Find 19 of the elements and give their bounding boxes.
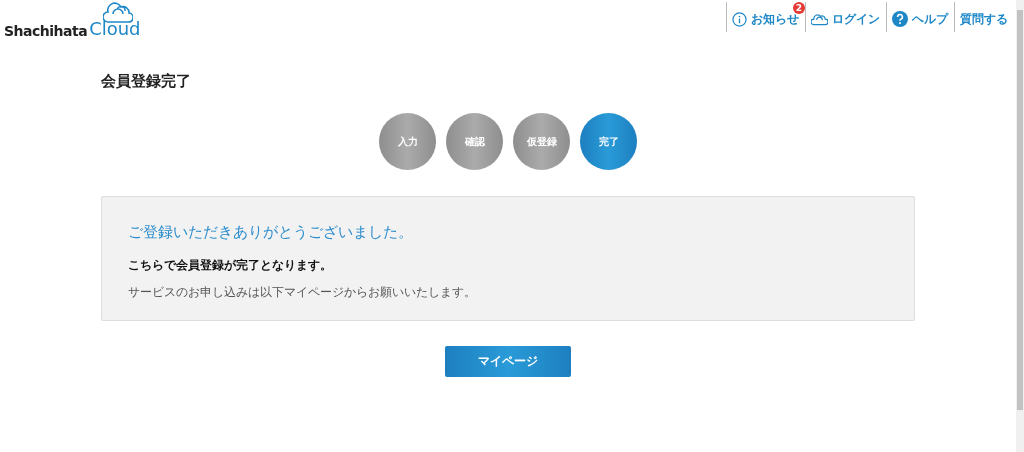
cloud-icon: [811, 12, 828, 26]
nav-link[interactable]: ログイン: [805, 2, 886, 32]
thank-you-heading: ご登録いただきありがとうございました。: [128, 223, 414, 242]
nav-link[interactable]: ヘルプ: [886, 2, 954, 32]
step-circle: 確認: [446, 113, 503, 170]
mypage-button[interactable]: マイページ: [445, 346, 571, 377]
note-text: サービスのお申し込みは以下マイページからお願いいたします。: [128, 284, 477, 301]
step-circle: 仮登録: [513, 113, 570, 170]
completion-text: こちらで会員登録が完了となります。: [128, 258, 333, 273]
logo-text: Cloud: [89, 20, 141, 38]
notification-badge: 2: [793, 2, 805, 14]
step-circle: 完了: [580, 113, 637, 170]
step-circle: 入力: [379, 113, 436, 170]
help-icon: [892, 11, 908, 27]
page-title: 会員登録完了: [101, 72, 192, 91]
logo-text: Shachihata: [4, 24, 88, 38]
info-icon: [732, 11, 747, 27]
nav-link[interactable]: 質問する: [954, 2, 1014, 32]
nav-link[interactable]: お知らせ 2: [726, 2, 805, 32]
